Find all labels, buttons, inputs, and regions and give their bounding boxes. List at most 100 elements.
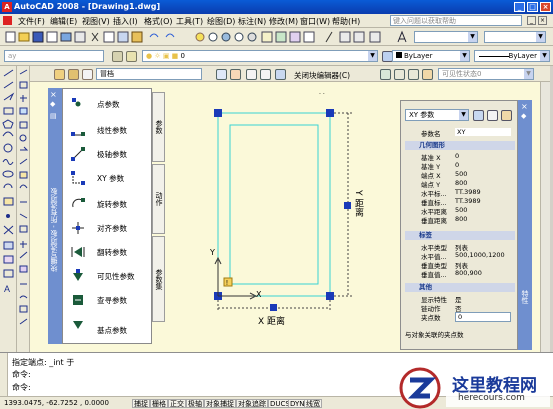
menu-insert[interactable]: 插入(I) bbox=[113, 16, 138, 27]
properties-title-bar[interactable]: × ◆ 特性 bbox=[518, 100, 532, 350]
edit-block-icon[interactable] bbox=[54, 69, 65, 80]
inner-rectangle[interactable] bbox=[229, 124, 319, 285]
grip-count-select[interactable]: 0 bbox=[455, 312, 511, 322]
draw-toolbar-icons[interactable]: A bbox=[0, 66, 17, 396]
menu-window[interactable]: 窗口(W) bbox=[300, 16, 330, 27]
coordinate-readout[interactable]: 1393.0475, -62.7252 , 0.0000 bbox=[4, 399, 109, 407]
polar-toggle[interactable]: 极轴 bbox=[186, 399, 204, 408]
palette-properties-icon[interactable]: ▤ bbox=[50, 112, 57, 120]
section-misc[interactable]: 其他 bbox=[405, 283, 515, 292]
save-block-as-icon[interactable] bbox=[82, 69, 93, 80]
outer-rectangle[interactable] bbox=[217, 112, 331, 297]
prop-row[interactable]: 水平类型 列表 bbox=[405, 242, 515, 252]
osnap-toggle[interactable]: 对象捕捉 bbox=[204, 399, 236, 408]
palette-title-bar[interactable]: × ◆ ▤ 块编写选项板 - 所有选项板 bbox=[48, 88, 62, 344]
color-combo[interactable]: ByLayer ▼ bbox=[392, 50, 470, 62]
object-type-combo[interactable]: XY 参数 ▼ bbox=[405, 109, 469, 121]
prop-row[interactable]: 端点 Y 800 bbox=[405, 179, 515, 189]
menu-edit[interactable]: 编辑(E) bbox=[50, 16, 77, 27]
palette-autohide-icon[interactable]: ◆ bbox=[50, 100, 55, 108]
modify-toolbar-icons[interactable] bbox=[17, 66, 30, 396]
prop-row[interactable]: 基准 X0 bbox=[405, 152, 515, 162]
lineweight-toggle[interactable]: 线宽 bbox=[304, 399, 322, 408]
visibility-state-combo[interactable]: 冒档 bbox=[96, 68, 202, 80]
section-geometry[interactable]: 几何图形 bbox=[405, 141, 515, 150]
palette-close-icon[interactable]: × bbox=[50, 90, 57, 99]
command-prompt[interactable]: 命令: bbox=[12, 382, 31, 393]
menu-file[interactable]: 文件(F) bbox=[18, 16, 45, 27]
prop-row-selected[interactable]: 夹点数 0 bbox=[405, 312, 515, 322]
maximize-icon[interactable]: □ bbox=[527, 2, 538, 12]
prop-row[interactable]: 基准 Y0 bbox=[405, 161, 515, 171]
linetype-combo[interactable]: ByLayer ▼ bbox=[474, 50, 550, 62]
attribute-icon[interactable] bbox=[260, 69, 271, 80]
palette-item-alignment[interactable]: 对齐参数 bbox=[67, 219, 151, 239]
palette-item-base-point[interactable]: 基点参数 bbox=[67, 315, 151, 337]
menu-help[interactable]: 帮助(H) bbox=[332, 16, 360, 27]
menu-format[interactable]: 格式(O) bbox=[144, 16, 173, 27]
prop-row[interactable]: 水平标... TT.3989 bbox=[405, 188, 515, 198]
palette-item-lookup[interactable]: 查寻参数 bbox=[67, 291, 151, 311]
workspace-combo[interactable]: ay bbox=[4, 50, 104, 62]
close-icon[interactable]: × bbox=[540, 2, 551, 12]
command-grip[interactable] bbox=[0, 353, 8, 397]
prop-row[interactable]: 垂直类型 列表 bbox=[405, 260, 515, 270]
layer-combo[interactable]: ● ☼ ▣ ■ 0 ▼ bbox=[142, 50, 378, 62]
doc-minimize-icon[interactable]: _ bbox=[527, 16, 536, 25]
prop-row[interactable]: 水平值... 500,1000,1200 bbox=[405, 251, 515, 261]
layer-state-icon[interactable] bbox=[126, 51, 137, 62]
visibility-state-dropdown[interactable]: 可见性状态0 ▼ bbox=[438, 68, 534, 80]
prop-row[interactable]: 垂直距离 800 bbox=[405, 215, 515, 225]
otrack-toggle[interactable]: 对象追踪 bbox=[236, 399, 268, 408]
prop-row[interactable]: 端点 X 500 bbox=[405, 170, 515, 180]
doc-close-icon[interactable]: × bbox=[538, 16, 547, 25]
tab-parameters[interactable]: 参数 bbox=[152, 92, 165, 162]
snap-toggle[interactable]: 捕捉 bbox=[132, 399, 150, 408]
prop-value[interactable]: XY bbox=[455, 128, 511, 136]
palette-item-rotation[interactable]: 旋转参数 bbox=[67, 195, 151, 215]
text-style-combo[interactable]: ▼ bbox=[414, 31, 478, 43]
palette-item-point[interactable]: 点参数 bbox=[67, 95, 151, 115]
menu-tools[interactable]: 工具(T) bbox=[176, 16, 203, 27]
vertical-scrollbar[interactable] bbox=[540, 82, 550, 352]
prop-row[interactable]: 链动作否 bbox=[405, 303, 515, 313]
help-search-input[interactable]: 键入问题以获取帮助 bbox=[390, 15, 522, 26]
save-block-icon[interactable] bbox=[68, 69, 79, 80]
quick-select-icon[interactable] bbox=[501, 110, 512, 121]
minimize-icon[interactable]: _ bbox=[514, 2, 525, 12]
manage-visibility-icon[interactable] bbox=[422, 69, 433, 80]
tab-parameter-sets[interactable]: 参数集 bbox=[152, 236, 165, 322]
visibility-mode-icon[interactable] bbox=[380, 69, 391, 80]
tab-actions[interactable]: 动作 bbox=[152, 164, 165, 234]
autocad-app-icon[interactable]: A bbox=[2, 2, 12, 12]
prop-row-name[interactable]: 参数名 XY bbox=[405, 128, 515, 138]
menu-modify[interactable]: 修改(M) bbox=[269, 16, 298, 27]
layer-manager-icon[interactable] bbox=[112, 51, 123, 62]
close-block-editor-button[interactable]: 关闭块编辑器(C) bbox=[294, 70, 350, 81]
properties-autohide-icon[interactable]: ◆ bbox=[521, 112, 526, 120]
dim-style-combo[interactable]: ▼ bbox=[484, 31, 546, 43]
prop-row[interactable]: 垂直标... TT.3989 bbox=[405, 197, 515, 207]
menu-view[interactable]: 视图(V) bbox=[82, 16, 110, 27]
section-labels[interactable]: 标签 bbox=[405, 231, 515, 240]
ortho-toggle[interactable]: 正交 bbox=[168, 399, 186, 408]
authoring-palette-icon[interactable] bbox=[216, 69, 227, 80]
palette-item-xy[interactable]: XY 参数 bbox=[67, 169, 151, 189]
palette-item-visibility[interactable]: 可见性参数 bbox=[67, 267, 151, 287]
make-visible-icon[interactable] bbox=[394, 69, 405, 80]
update-icon[interactable] bbox=[275, 69, 286, 80]
prop-row[interactable]: 水平距离 500 bbox=[405, 206, 515, 216]
palette-item-linear[interactable]: 线性参数 bbox=[67, 121, 151, 141]
palette-item-flip[interactable]: 翻转参数 bbox=[67, 243, 151, 263]
select-objects-icon[interactable] bbox=[487, 110, 498, 121]
document-icon[interactable] bbox=[3, 16, 12, 25]
palette-item-polar[interactable]: 极轴参数 bbox=[67, 145, 151, 165]
grid-toggle[interactable]: 栅格 bbox=[150, 399, 168, 408]
toggle-pickadd-icon[interactable] bbox=[473, 110, 484, 121]
menu-draw[interactable]: 绘图(D) bbox=[207, 16, 235, 27]
action-icon[interactable] bbox=[246, 69, 257, 80]
prop-row[interactable]: 显示特性是 bbox=[405, 294, 515, 304]
properties-close-icon[interactable]: × bbox=[521, 102, 528, 111]
prop-row[interactable]: 垂直值... 800,900 bbox=[405, 269, 515, 279]
make-invisible-icon[interactable] bbox=[408, 69, 419, 80]
